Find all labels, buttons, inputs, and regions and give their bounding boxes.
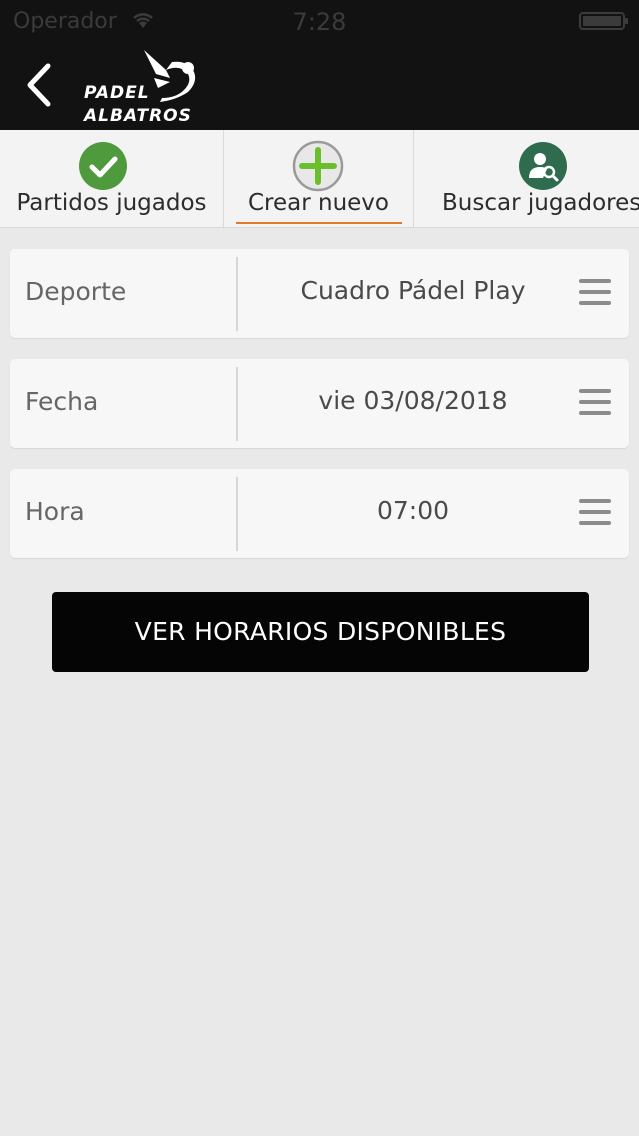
back-arrow-icon[interactable] [18,60,58,110]
tab-label: Crear nuevo [247,190,389,216]
fecha-label: Fecha [25,387,99,416]
logo-text-padel: PADEL [84,83,150,103]
status-bar: Operador 7:28 [0,0,639,42]
status-time: 7:28 [292,8,347,36]
divider [236,477,238,551]
segment-tabs: Partidos jugados Crear nuevo Buscar juga… [0,130,639,228]
logo-text-albatros: ALBATROS [84,106,192,126]
menu-lines-icon[interactable] [579,389,611,417]
ver-horarios-button[interactable]: VER HORARIOS DISPONIBLES [52,592,589,672]
fecha-value: vie 03/08/2018 [318,386,508,415]
tab-buscar-jugadores[interactable]: Buscar jugadores [414,130,639,228]
fecha-selector[interactable]: Fecha vie 03/08/2018 [10,359,629,448]
navigation-bar: PADEL ALBATROS [0,42,639,130]
divider [236,367,238,441]
tab-label: Partidos jugados [16,190,207,216]
hora-value: 07:00 [376,496,450,525]
menu-lines-icon[interactable] [579,499,611,527]
deporte-label: Deporte [25,277,127,306]
menu-lines-icon[interactable] [579,279,611,307]
selected-tab-indicator [236,222,402,224]
tab-partidos-jugados[interactable]: Partidos jugados [0,130,224,228]
check-icon [79,142,127,190]
battery-icon [579,12,628,30]
search-user-icon [519,142,567,190]
tab-label: Buscar jugadores [442,190,639,216]
plus-icon [292,140,344,192]
deporte-selector[interactable]: Deporte Cuadro Pádel Play [10,249,629,338]
hora-label: Hora [25,497,85,526]
hora-selector[interactable]: Hora 07:00 [10,469,629,558]
padel-albatros-logo: PADEL ALBATROS [80,48,204,128]
divider [236,257,238,331]
deporte-value: Cuadro Pádel Play [300,276,526,305]
tab-crear-nuevo[interactable]: Crear nuevo [224,130,414,228]
